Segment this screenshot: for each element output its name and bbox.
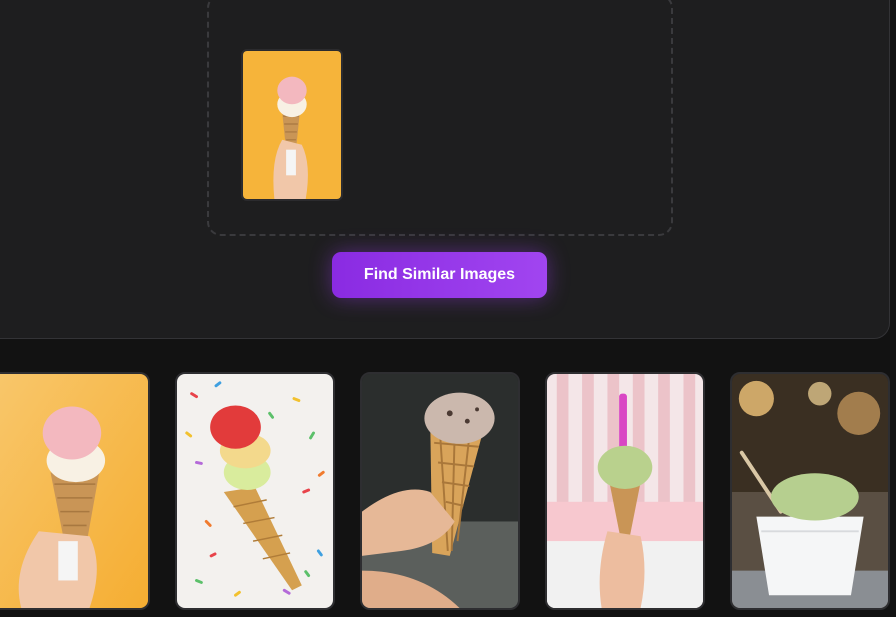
- result-image-card[interactable]: [0, 372, 150, 610]
- result-image-card[interactable]: [175, 372, 335, 610]
- similar-images-results: [0, 372, 896, 611]
- find-similar-images-button[interactable]: Find Similar Images: [332, 252, 547, 298]
- result-image-card[interactable]: [545, 372, 705, 610]
- result-image-card[interactable]: [360, 372, 520, 610]
- result-image-card[interactable]: [730, 372, 890, 610]
- uploaded-image-preview: [241, 49, 343, 201]
